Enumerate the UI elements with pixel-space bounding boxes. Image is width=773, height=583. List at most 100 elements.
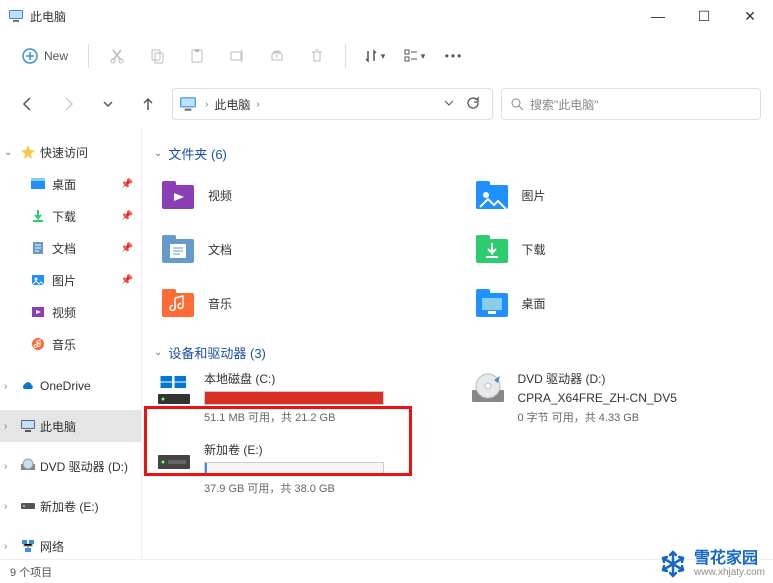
label: 新加卷 (E:) [40,498,99,515]
chevron-down-icon: ⌄ [154,347,162,358]
address-dropdown[interactable] [438,97,460,111]
close-button[interactable]: ✕ [727,0,773,32]
refresh-button[interactable] [460,96,486,113]
desktop-folder-icon [472,283,512,323]
forward-button[interactable] [52,88,84,120]
search-input[interactable]: 搜索"此电脑" [501,88,761,120]
breadcrumb-segment[interactable]: 此电脑 [210,94,254,115]
chevron-right-icon[interactable]: › [203,99,210,110]
music-icon [30,336,46,352]
drive-d[interactable]: DVD 驱动器 (D:) CPRA_X64FRE_ZH-CN_DV5 0 字节 … [468,370,762,425]
picture-icon [30,272,46,288]
sidebar-item-videos[interactable]: 视频 [0,296,141,328]
document-folder-icon [158,229,198,269]
share-button[interactable] [259,38,295,74]
chevron-down-icon: ⌄ [4,147,16,158]
item-count: 9 个项目 [10,564,52,580]
view-button[interactable]: ▾ [396,38,432,74]
chevron-right-icon[interactable]: › [254,99,261,110]
label: 网络 [40,538,64,555]
chevron-down-icon: ⌄ [154,148,162,159]
sort-button[interactable]: ▾ [356,38,392,74]
up-button[interactable] [132,88,164,120]
pin-icon: 📌 [121,211,133,222]
thispc-small-icon [179,95,197,113]
new-label: New [44,49,68,63]
navbar: › 此电脑 › 搜索"此电脑" [0,80,773,128]
pin-icon: 📌 [121,275,133,286]
hdd-drive-icon [154,441,194,481]
label: DVD 驱动器 (D:) [40,458,128,475]
folder-pictures[interactable]: 图片 [468,171,762,219]
sidebar-item-pictures[interactable]: 图片 📌 [0,264,141,296]
sidebar-item-music[interactable]: 音乐 [0,328,141,360]
chevron-right-icon: › [4,381,16,392]
drives-group-header[interactable]: ⌄ 设备和驱动器 (3) [154,343,761,362]
sidebar-item-downloads[interactable]: 下载 📌 [0,200,141,232]
arrow-left-icon [20,96,36,112]
snowflake-icon [658,549,688,579]
copy-button[interactable] [139,38,175,74]
sidebar-network[interactable]: › 网络 [0,530,141,559]
plus-circle-icon [22,48,38,64]
rename-button[interactable] [219,38,255,74]
chevron-right-icon: › [4,421,16,432]
folder-desktop[interactable]: 桌面 [468,279,762,327]
back-button[interactable] [12,88,44,120]
chevron-down-icon [102,98,114,110]
cloud-icon [20,378,36,394]
view-icon [403,48,419,64]
cut-button[interactable] [99,38,135,74]
drive-c-usage-bar [204,391,384,405]
folder-videos[interactable]: 视频 [154,171,448,219]
drives-grid: 本地磁盘 (C:) 51.1 MB 可用，共 21.2 GB DVD 驱动器 (… [154,370,761,496]
addressbar[interactable]: › 此电脑 › [172,88,493,120]
delete-button[interactable] [299,38,335,74]
network-icon [20,538,36,554]
arrow-right-icon [60,96,76,112]
maximize-button[interactable]: ☐ [681,0,727,32]
chevron-down-icon [444,98,454,108]
picture-folder-icon [472,175,512,215]
star-icon [20,144,36,160]
download-icon [30,208,46,224]
drive-c[interactable]: 本地磁盘 (C:) 51.1 MB 可用，共 21.2 GB [154,370,448,425]
dvd-drive-icon [468,370,508,410]
chevron-right-icon: › [4,541,16,552]
recent-button[interactable] [92,88,124,120]
paste-button[interactable] [179,38,215,74]
new-button[interactable]: New [12,44,78,68]
sidebar-item-documents[interactable]: 文档 📌 [0,232,141,264]
more-button[interactable]: ••• [436,38,472,74]
minimize-button[interactable]: — [635,0,681,32]
folder-music[interactable]: 音乐 [154,279,448,327]
folder-documents[interactable]: 文档 [154,225,448,273]
windows-drive-icon [154,370,194,410]
thispc-icon [8,8,24,24]
drive-e[interactable]: 新加卷 (E:) 37.9 GB 可用，共 38.0 GB [154,441,448,496]
sidebar-quick-access[interactable]: ⌄ 快速访问 [0,136,141,168]
video-folder-icon [158,175,198,215]
sidebar-onedrive[interactable]: › OneDrive [0,370,141,402]
sidebar-newvol[interactable]: › 新加卷 (E:) [0,490,141,522]
statusbar: 9 个项目 [0,559,773,583]
sort-icon [363,48,379,64]
chevron-right-icon: › [4,501,16,512]
toolbar: New ▾ ▾ ••• [0,32,773,80]
folder-downloads[interactable]: 下载 [468,225,762,273]
sidebar-thispc[interactable]: › 此电脑 [0,410,141,442]
label: 此电脑 [40,418,76,435]
refresh-icon [466,96,480,110]
sidebar-dvd[interactable]: › DVD 驱动器 (D:) [0,450,141,482]
rename-icon [229,48,245,64]
dvd-icon [20,458,36,474]
share-icon [269,48,285,64]
sidebar-item-desktop[interactable]: 桌面 📌 [0,168,141,200]
folders-group-header[interactable]: ⌄ 文件夹 (6) [154,144,761,163]
search-icon [510,97,524,111]
cut-icon [109,48,125,64]
drive-e-usage-bar [204,462,384,476]
trash-icon [309,48,325,64]
watermark: 雪花家园 www.xhjaty.com [658,549,765,579]
label: 快速访问 [40,144,88,161]
